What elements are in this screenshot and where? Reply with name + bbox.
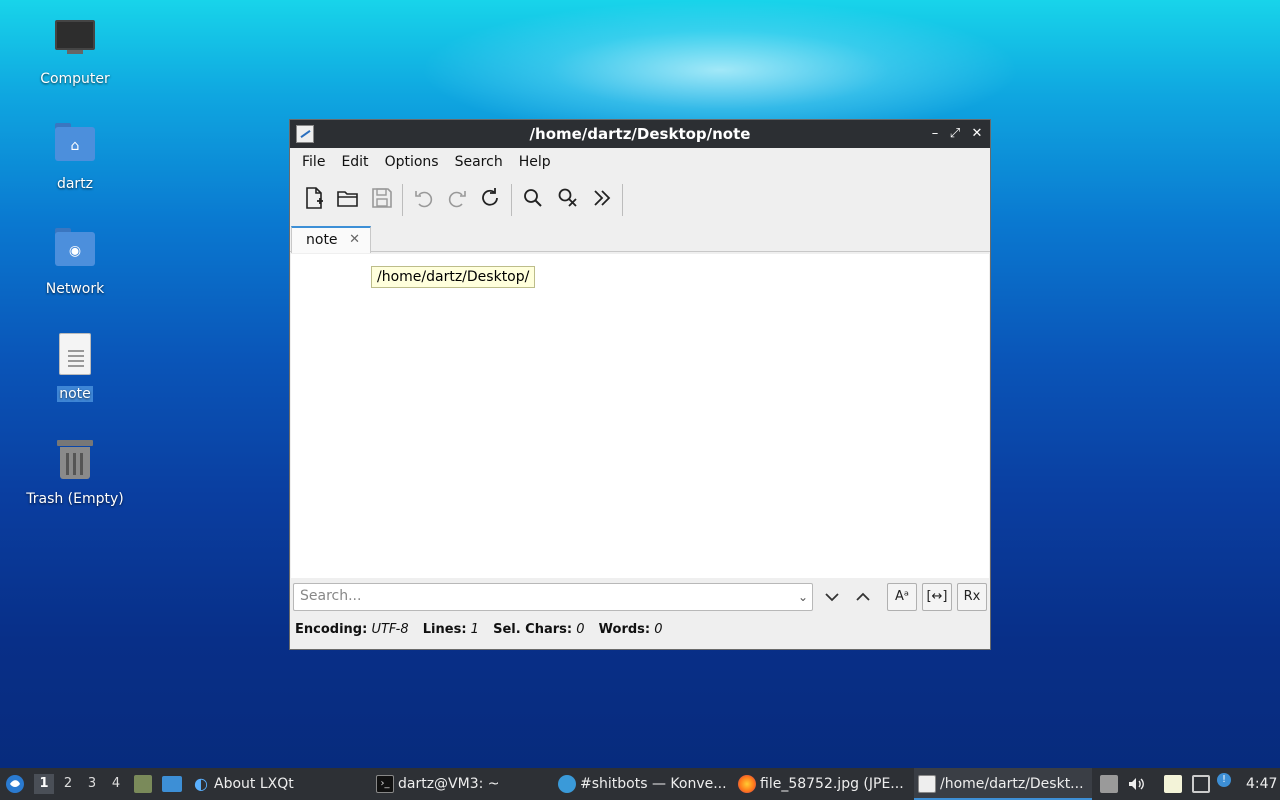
words-value: 0	[654, 622, 663, 637]
lxqt-icon: ◐	[194, 774, 208, 793]
desktop-icon-label: dartz	[56, 176, 94, 192]
lines-label: Lines:	[422, 622, 467, 637]
taskbar: 1 2 3 4 ◐ About LXQt ›_ dartz@VM3: ~ #shit…	[0, 768, 1280, 800]
task-konversation[interactable]: #shitbots — Konve...	[558, 768, 728, 800]
clock[interactable]: 4:47	[1246, 768, 1277, 800]
volume-icon[interactable]	[1127, 775, 1145, 793]
desktop-icon-label: Computer	[40, 71, 110, 87]
eject-icon[interactable]	[1100, 775, 1118, 793]
home-folder-icon: ⌂	[51, 121, 99, 169]
whole-word-button[interactable]: [↔]	[922, 583, 952, 611]
encoding-label: Encoding:	[295, 622, 368, 637]
tab-bar: note ✕	[290, 222, 990, 253]
search-input[interactable]: Search...	[293, 583, 813, 611]
lxqt-menu-icon[interactable]	[4, 774, 26, 794]
desktop-switch-1[interactable]: 1	[34, 774, 54, 794]
menubar: File Edit Options Search Help	[290, 148, 990, 176]
reload-icon[interactable]	[477, 185, 503, 211]
lines-value: 1	[470, 622, 479, 637]
tab-note[interactable]: note ✕	[291, 226, 371, 253]
task-label: dartz@VM3: ~	[398, 776, 500, 792]
path-tooltip: /home/dartz/Desktop/	[371, 266, 536, 288]
window-title: /home/dartz/Desktop/note	[529, 125, 751, 143]
desktop-switch-4[interactable]: 4	[106, 774, 126, 794]
menu-options[interactable]: Options	[377, 154, 447, 170]
task-label: /home/dartz/Deskt...	[940, 776, 1084, 792]
text-file-icon	[51, 331, 99, 379]
go-to-line-icon[interactable]	[589, 185, 615, 211]
regex-button[interactable]: Rx	[957, 583, 987, 611]
desktop-icon-label: Trash (Empty)	[26, 491, 124, 507]
find-previous-icon[interactable]	[851, 585, 875, 609]
undo-icon[interactable]	[411, 185, 437, 211]
clipboard-icon[interactable]	[1164, 775, 1182, 793]
maximize-button[interactable]: ⤢	[946, 124, 964, 144]
desktop-icon-network[interactable]: ◉ Network	[20, 226, 130, 297]
text-editor-area[interactable]: /home/dartz/Desktop/	[291, 254, 989, 578]
window-titlebar[interactable]: /home/dartz/Desktop/note – ⤢ ✕	[290, 120, 990, 148]
toolbar	[290, 176, 990, 222]
menu-edit[interactable]: Edit	[333, 154, 376, 170]
menu-help[interactable]: Help	[511, 154, 559, 170]
terminal-icon: ›_	[376, 775, 394, 793]
match-case-button[interactable]: Aᵃ	[887, 583, 917, 611]
desktop-icon-label: note	[57, 386, 93, 402]
clear-highlights-icon[interactable]	[555, 185, 581, 211]
find-icon[interactable]	[520, 185, 546, 211]
task-label: About LXQt	[214, 776, 294, 792]
computer-icon	[51, 16, 99, 64]
selchars-label: Sel. Chars:	[493, 622, 573, 637]
find-next-icon[interactable]	[820, 585, 844, 609]
selchars-value: 0	[576, 622, 585, 637]
desktop-icon-note[interactable]: note	[20, 331, 130, 402]
tab-label: note	[306, 232, 338, 248]
task-terminal[interactable]: ›_ dartz@VM3: ~	[376, 768, 546, 800]
redo-icon[interactable]	[444, 185, 470, 211]
network-icon[interactable]	[1192, 775, 1210, 793]
editor-window: /home/dartz/Desktop/note – ⤢ ✕ File Edit…	[289, 119, 991, 650]
desktop-icon-computer[interactable]: Computer	[20, 16, 130, 87]
status-bar: Encoding: UTF-8 Lines: 1 Sel. Chars: 0 W…	[295, 622, 673, 637]
desktop-icon-home[interactable]: ⌂ dartz	[20, 121, 130, 192]
task-firefox[interactable]: file_58752.jpg (JPE...	[738, 768, 908, 800]
desktop-switch-2[interactable]: 2	[58, 774, 78, 794]
task-about-lxqt[interactable]: ◐ About LXQt	[192, 768, 362, 800]
menu-search[interactable]: Search	[447, 154, 511, 170]
tab-close-icon[interactable]: ✕	[349, 232, 360, 247]
desktop-switch-3[interactable]: 3	[82, 774, 102, 794]
menu-file[interactable]: File	[294, 154, 333, 170]
desktop-icon-label: Network	[45, 281, 105, 297]
close-button[interactable]: ✕	[968, 124, 986, 144]
search-bar: Search... ⌄ Aᵃ [↔] Rx	[290, 582, 990, 614]
open-folder-icon[interactable]	[335, 185, 361, 211]
save-icon[interactable]	[369, 185, 395, 211]
encoding-value: UTF-8	[371, 622, 409, 637]
network-folder-icon: ◉	[51, 226, 99, 274]
words-label: Words:	[598, 622, 651, 637]
task-featherpad[interactable]: /home/dartz/Deskt...	[914, 768, 1092, 800]
konversation-icon	[558, 775, 576, 793]
file-manager-launcher-icon[interactable]	[134, 775, 152, 793]
task-label: file_58752.jpg (JPE...	[760, 776, 904, 792]
task-label: #shitbots — Konve...	[580, 776, 727, 792]
new-file-icon[interactable]	[301, 185, 327, 211]
search-history-dropdown-icon[interactable]: ⌄	[798, 590, 808, 604]
show-desktop-icon[interactable]	[162, 776, 182, 792]
featherpad-icon	[918, 775, 936, 793]
minimize-button[interactable]: –	[926, 124, 944, 144]
notification-icon[interactable]: !	[1217, 773, 1231, 787]
desktop-icon-trash[interactable]: Trash (Empty)	[20, 436, 130, 507]
trash-icon	[51, 436, 99, 484]
firefox-icon	[738, 775, 756, 793]
